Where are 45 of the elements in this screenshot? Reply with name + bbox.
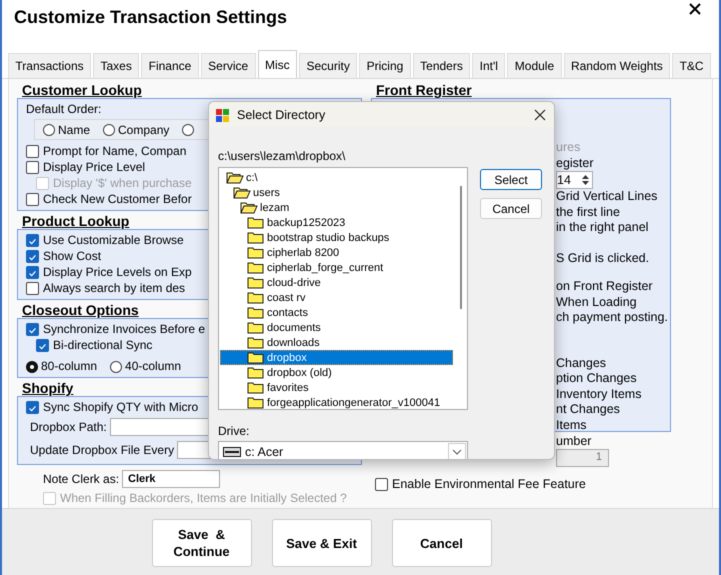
section-heading: Customer Lookup [22, 82, 142, 98]
checkbox-label: Display '$' when purchase [53, 176, 192, 191]
field-label: umber [556, 434, 592, 449]
option-text: Items [556, 418, 588, 433]
checkbox-label: Synchronize Invoices Before e [43, 322, 206, 337]
option-text: on Front Register [556, 279, 654, 294]
drive-label: Drive: [218, 424, 250, 439]
option-text: ures [556, 140, 582, 156]
radio-label: Company [118, 122, 170, 136]
option-text: in the right panel [556, 220, 650, 236]
field-label: Note Clerk as: [43, 472, 120, 486]
option-text: egister [556, 156, 595, 171]
dialog-title: Select Directory [237, 108, 326, 122]
section-heading: Closeout Options [22, 302, 139, 318]
checkbox-label: Show Cost [43, 249, 102, 264]
section-heading: Product Lookup [22, 213, 130, 229]
option-text: the first line [556, 204, 621, 220]
option-text: Changes [556, 356, 608, 371]
option-text: ption Changes [556, 371, 638, 386]
option-text: When Loading [556, 294, 638, 310]
option-text: nt Changes [556, 402, 621, 418]
checkbox-label: Sync Shopify QTY with Micro [43, 400, 198, 415]
field-label: Dropbox Path: [30, 420, 107, 434]
checkbox-label: Enable Environmental Fee Feature [392, 477, 586, 492]
section-heading: Shopify [22, 380, 74, 396]
option-text: Grid Vertical Lines [556, 189, 658, 204]
checkbox-label: When Filling Backorders, Items are Initially Selected ? [60, 491, 347, 506]
field-label: Update Dropbox File Every [30, 443, 174, 457]
radio-label: 40-column [125, 359, 182, 374]
checkbox-label: Bi-directional Sync [53, 338, 152, 353]
group-label: Default Order: [26, 102, 102, 117]
checkbox-label: Use Customizable Browse [43, 233, 184, 248]
checkbox-label: Always search by item des [43, 281, 186, 296]
checkbox-label: Prompt for Name, Compan [43, 144, 186, 159]
checkbox-label: Display Price Level [43, 160, 146, 175]
option-text: ch payment posting. [556, 310, 669, 326]
radio-label: Name [58, 122, 90, 136]
window-title: Customize Transaction Settings [14, 6, 288, 28]
option-text: Inventory Items [556, 386, 642, 402]
radio-label: 80-column [41, 359, 98, 374]
path-text: c:\users\lezam\dropbox\ [218, 149, 346, 164]
section-heading: Front Register [376, 82, 472, 98]
option-text: S Grid is clicked. [556, 250, 650, 266]
checkbox-label: Check New Customer Befor [43, 192, 192, 207]
checkbox-label: Display Price Levels on Exp [43, 265, 192, 280]
